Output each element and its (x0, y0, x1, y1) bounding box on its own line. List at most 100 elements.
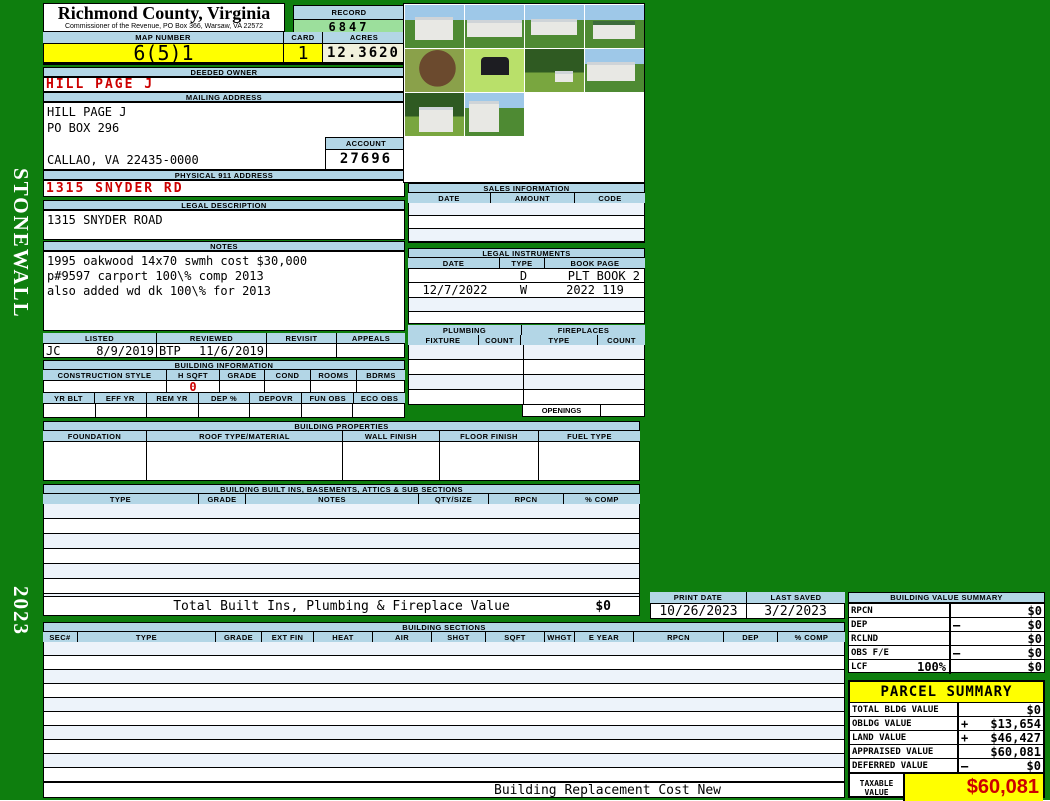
photo-yard-with-vehicles[interactable] (525, 49, 584, 92)
col-fireplace-count: COUNT (598, 335, 645, 345)
physical-address-value: 1315 SNYDER RD (43, 180, 405, 197)
legal-description-value: 1315 SNYDER ROAD (43, 210, 405, 240)
print-date-value: 10/26/2023 (651, 604, 747, 619)
plumbing-empty-rows (408, 345, 645, 405)
taxable-value-row: TAXABLE VALUE $60,081 (850, 774, 1043, 801)
col-bi-grade: GRADE (199, 494, 246, 504)
record-box: RECORD 6847 (293, 5, 405, 34)
parcel-summary-row: APPRAISED VALUE $60,081 (850, 744, 1043, 759)
legal-description-label: LEGAL DESCRIPTION (43, 200, 405, 210)
last-saved-label: LAST SAVED (747, 592, 845, 603)
col-bi-qty: QTY/SIZE (419, 494, 489, 504)
appeals-value (337, 344, 404, 357)
col-fixture: FIXTURE (408, 335, 479, 345)
col-instr-bookpage: BOOK PAGE (545, 258, 645, 268)
sales-empty-rows (408, 203, 645, 243)
mailing-address-block: HILL PAGE J PO BOX 296 CALLAO, VA 22435-… (43, 102, 407, 170)
value-summary-row: LCF 100% $0 (851, 660, 1042, 674)
last-saved-value: 3/2/2023 (764, 603, 827, 619)
building-info-title: BUILDING INFORMATION (43, 360, 405, 370)
photo-white-garage[interactable] (405, 5, 464, 48)
photo-mobile-home-green-roof[interactable] (585, 5, 644, 48)
county-title-block: Richmond County, Virginia Commissioner o… (43, 3, 285, 32)
col-sales-date: DATE (408, 193, 491, 203)
built-ins-empty-rows (43, 504, 640, 596)
photo-mobile-home-with-path[interactable] (585, 49, 644, 92)
col-rooms: ROOMS (311, 370, 357, 380)
photo-mailbox-1315[interactable] (465, 49, 524, 92)
mailing-address-label: MAILING ADDRESS (43, 92, 405, 102)
building-props-title: BUILDING PROPERTIES (43, 421, 640, 431)
parcel-summary: PARCEL SUMMARY TOTAL BLDG VALUE $0 OBLDG… (848, 680, 1045, 801)
listed-value: JC 8/9/2019 (44, 344, 157, 358)
card-label: CARD (284, 32, 323, 43)
parcel-summary-row: LAND VALUE + $46,427 (850, 730, 1043, 745)
deeded-owner-label: DEEDED OWNER (43, 67, 405, 77)
col-bi-rpcn: RPCN (489, 494, 564, 504)
photo-white-house-corner[interactable] (465, 93, 524, 136)
openings-row: OPENINGS (522, 405, 645, 417)
built-ins-total-label: Total Built Ins, Plumbing & Fireplace Va… (173, 598, 510, 614)
instrument-row: 12/7/2022 W 2022 119 (409, 283, 644, 298)
physical-address-label: PHYSICAL 911 ADDRESS (43, 170, 405, 180)
county-title: Richmond County, Virginia (57, 3, 271, 23)
col-grade: GRADE (220, 370, 265, 380)
col-construction-style: CONSTRUCTION STYLE (43, 370, 167, 380)
col-depovr: DEPOVR (250, 393, 303, 403)
property-record-card: STONEWALL 2023 Richmond County, Virginia… (0, 0, 1050, 801)
col-cond: COND (265, 370, 311, 380)
col-instr-type: TYPE (500, 258, 545, 268)
parcel-summary-row: OBLDG VALUE + $13,654 (850, 716, 1043, 731)
col-dep-pct: DEP % (198, 393, 251, 403)
built-ins-total-row: Total Built Ins, Plumbing & Fireplace Va… (43, 596, 640, 616)
built-ins-title: BUILDING BUILT INS, BASEMENTS, ATTICS & … (43, 484, 640, 494)
taxable-value-label: TAXABLE VALUE (850, 774, 905, 801)
acres-value: 12.3620 (323, 44, 404, 62)
col-bdrms: BDRMS (357, 370, 405, 380)
value-summary-row: RCLND $0 (849, 631, 1044, 646)
col-wall-finish: WALL FINISH (343, 431, 440, 441)
col-eco-obs: ECO OBS (354, 393, 406, 403)
col-instr-date: DATE (408, 258, 500, 268)
col-heat: HEAT (314, 632, 373, 642)
col-h-sqft: H SQFT (167, 370, 220, 380)
tax-year-label: 2023 (9, 586, 33, 636)
fireplaces-title: FIREPLACES (522, 325, 645, 335)
photo-single-wide-mobile-home[interactable] (465, 5, 524, 48)
replacement-cost-label: Building Replacement Cost New (494, 782, 721, 798)
col-foundation: FOUNDATION (43, 431, 147, 441)
col-fixture-count: COUNT (479, 335, 521, 345)
revisit-value (267, 344, 337, 357)
col-fireplace-type: TYPE (521, 335, 598, 345)
building-sections-title: BUILDING SECTIONS (43, 622, 845, 632)
col-bi-comp: % COMP (564, 494, 640, 504)
col-shgt: SHGT (432, 632, 486, 642)
reviewed-label: REVIEWED (157, 333, 267, 343)
notes-line2: p#9597 carport 100\% comp 2013 (47, 269, 264, 283)
parcel-summary-row: DEFERRED VALUE – $0 (850, 758, 1043, 774)
photo-panel (403, 3, 645, 183)
print-date-label: PRINT DATE (650, 592, 747, 603)
building-props-values (43, 441, 640, 481)
photo-brown-dog[interactable] (405, 49, 464, 92)
photo-shed-with-atv[interactable] (405, 93, 464, 136)
value-summary-row: RPCN $0 (849, 603, 1044, 618)
col-bi-notes: NOTES (246, 494, 419, 504)
acres-label: ACRES (323, 32, 405, 43)
col-eff-yr: EFF YR (94, 393, 147, 403)
photo-mobile-home-distant[interactable] (525, 5, 584, 48)
parcel-summary-row: TOTAL BLDG VALUE $0 (850, 702, 1043, 717)
map-number-value: 6(5)1 (44, 41, 284, 65)
col-sec-type: TYPE (78, 632, 216, 642)
notes-block: 1995 oakwood 14x70 swmh cost $30,000 p#9… (43, 251, 405, 331)
h-sqft-value: 0 (167, 380, 220, 394)
col-sec-comp: % COMP (778, 632, 845, 642)
col-floor-finish: FLOOR FINISH (440, 431, 539, 441)
value-summary-row: DEP – $0 (849, 617, 1044, 632)
value-summary-table: RPCN $0 DEP – $0 RCLND $0 OBS F/E – $0 LCF… (848, 603, 1045, 674)
col-fun-obs: FUN OBS (302, 393, 355, 403)
value-summary-row: OBS F/E – $0 (849, 645, 1044, 660)
county-subtitle: Commissioner of the Revenue, PO Box 366,… (64, 23, 264, 30)
appeals-label: APPEALS (337, 333, 405, 343)
col-sales-amount: AMOUNT (491, 193, 575, 203)
